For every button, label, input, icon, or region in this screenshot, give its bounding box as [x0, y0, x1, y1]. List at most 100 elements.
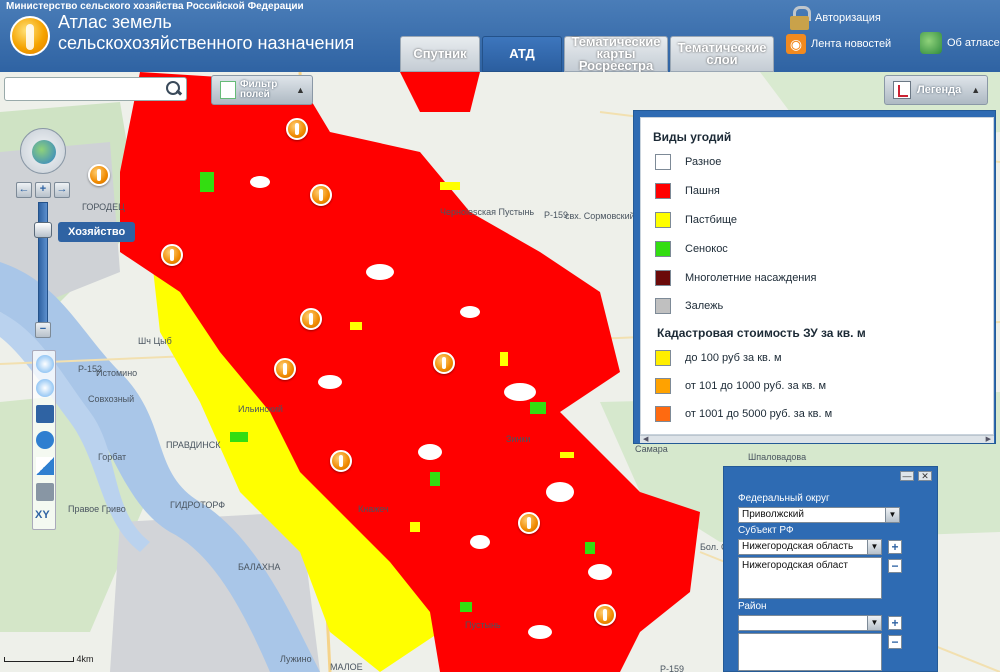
cadastral-cost-heading: Кадастровая стоимость ЗУ за кв. м	[657, 326, 866, 340]
field-filter-label: Фильтр полей	[240, 79, 278, 100]
district-select[interactable]: ▼	[738, 615, 882, 631]
zoom-out-small-button[interactable]: −	[35, 322, 51, 338]
news-feed-link[interactable]: ◉ Лента новостей	[786, 34, 891, 54]
legend-item: Разное	[655, 154, 721, 170]
tab-thematic-layers[interactable]: Тематические слои	[670, 36, 774, 72]
info-icon[interactable]	[36, 431, 54, 449]
farm-marker-icon[interactable]	[518, 512, 540, 534]
search-input[interactable]	[7, 80, 161, 98]
place-label: Ильинский	[238, 404, 283, 414]
place-label: Пустынь	[465, 620, 501, 630]
filter-list-icon	[220, 81, 236, 99]
farm-marker-icon[interactable]	[594, 604, 616, 626]
place-label: Совхозный	[88, 394, 135, 404]
zoom-in-icon[interactable]	[36, 355, 54, 373]
subject-list-item[interactable]: Нижегородская област	[742, 560, 878, 571]
legend-toggle-button[interactable]: Легенда ▲	[884, 75, 988, 105]
legend-item: от 1001 до 5000 руб. за кв. м	[655, 406, 832, 422]
legend-item-label: от 101 до 1000 руб. за кв. м	[685, 380, 827, 392]
measure-icon[interactable]	[36, 457, 54, 475]
field-filter-button[interactable]: Фильтр полей ▲	[211, 75, 313, 105]
place-label: Черноlesская Пустынь	[440, 207, 535, 217]
legend-content: Виды угодий Разное Пашня Пастбище Сеноко…	[640, 117, 994, 435]
pan-left-button[interactable]: ←	[16, 182, 32, 198]
legend-item: Сенокос	[655, 241, 728, 257]
legend-swatch	[655, 241, 671, 257]
add-subject-button[interactable]: +	[888, 540, 902, 554]
legend-swatch	[655, 154, 671, 170]
lock-icon	[790, 6, 811, 30]
minimize-button[interactable]: —	[900, 471, 914, 481]
pan-hand-icon[interactable]	[36, 405, 54, 423]
place-label: Самара	[635, 444, 668, 454]
legend-item-label: Залежь	[685, 300, 724, 312]
road-label: Р-159	[660, 664, 685, 672]
remove-district-button[interactable]: −	[888, 635, 902, 649]
place-label: Шпаловадова	[748, 452, 807, 462]
legend-item-label: от 1001 до 5000 руб. за кв. м	[685, 408, 833, 420]
federal-district-select[interactable]: Приволжский ▼	[738, 507, 900, 523]
farm-marker-icon[interactable]	[330, 450, 352, 472]
dropdown-arrow-icon: ▼	[885, 508, 899, 522]
district-list[interactable]	[738, 633, 882, 671]
atlas-globe-icon	[920, 32, 942, 54]
subject-select[interactable]: Нижегородская область ▼	[738, 539, 882, 555]
legend-item: Пашня	[655, 183, 720, 199]
farm-marker-icon[interactable]	[88, 164, 110, 186]
map-scale-bar: 4km	[4, 654, 94, 664]
ministry-name: Министерство сельского хозяйства Российс…	[6, 1, 304, 12]
print-icon[interactable]	[36, 483, 54, 501]
place-label: Лужино	[280, 654, 312, 664]
legend-horizontal-scrollbar[interactable]: ◀ ▶	[640, 435, 994, 443]
zoom-slider-handle[interactable]	[34, 222, 52, 238]
dropdown-arrow-icon: ▼	[867, 540, 881, 554]
legend-icon	[893, 81, 911, 99]
legend-swatch	[655, 183, 671, 199]
tab-rosreestr-maps[interactable]: Тематические карты Росреестра	[564, 35, 668, 72]
collapse-arrow-icon: ▲	[971, 85, 981, 95]
subject-list[interactable]: Нижегородская област	[738, 557, 882, 599]
scroll-left-arrow-icon[interactable]: ◀	[643, 435, 648, 443]
place-label: БАЛАХНА	[238, 562, 281, 572]
legend-item-label: Сенокос	[685, 243, 728, 255]
auth-link[interactable]: Авторизация	[790, 6, 881, 30]
remove-subject-button[interactable]: −	[888, 559, 902, 573]
place-label: ГОРОДЕЦ	[82, 202, 125, 212]
farm-marker-icon[interactable]	[433, 352, 455, 374]
zoom-out-icon[interactable]	[36, 379, 54, 397]
close-button[interactable]: ✕	[918, 471, 932, 481]
news-feed-label: Лента новостей	[811, 38, 892, 50]
legend-item: Пастбище	[655, 212, 737, 228]
subject-value: Нижегородская область	[742, 541, 854, 552]
farm-marker-icon[interactable]	[300, 308, 322, 330]
about-atlas-link[interactable]: Об атласе	[920, 32, 1000, 54]
scroll-right-arrow-icon[interactable]: ▶	[986, 435, 991, 443]
farm-marker-icon[interactable]	[310, 184, 332, 206]
federal-district-value: Приволжский	[742, 509, 804, 520]
app-title: Атлас земель сельскохозяйственного назна…	[58, 12, 354, 54]
expand-arrow-icon: ▲	[296, 85, 305, 95]
farm-marker-icon[interactable]	[286, 118, 308, 140]
tab-satellite[interactable]: Спутник	[400, 36, 480, 72]
legend-swatch	[655, 270, 671, 286]
place-label: Кнажеч	[358, 504, 389, 514]
farm-marker-icon[interactable]	[274, 358, 296, 380]
pan-right-button[interactable]: →	[54, 182, 70, 198]
add-district-button[interactable]: +	[888, 616, 902, 630]
place-label: свх. Сормовский	[565, 211, 635, 221]
zoom-in-small-button[interactable]: +	[35, 182, 51, 198]
subject-label: Субъект РФ	[738, 525, 794, 536]
legend-panel: Виды угодий Разное Пашня Пастбище Сеноко…	[633, 110, 996, 444]
rss-icon: ◉	[786, 34, 806, 54]
legend-item-label: Разное	[685, 156, 722, 168]
pan-control[interactable]	[20, 128, 66, 174]
legend-item-label: до 100 руб за кв. м	[685, 352, 782, 364]
tab-atd[interactable]: АТД	[482, 36, 562, 72]
legend-toggle-label: Легенда	[917, 84, 962, 96]
xy-coordinates-button[interactable]: XY	[35, 509, 50, 521]
place-label: Истомино	[96, 368, 138, 378]
search-icon[interactable]	[165, 80, 183, 98]
farm-marker-icon[interactable]	[161, 244, 183, 266]
legend-item: Залежь	[655, 298, 723, 314]
legend-swatch	[655, 298, 671, 314]
